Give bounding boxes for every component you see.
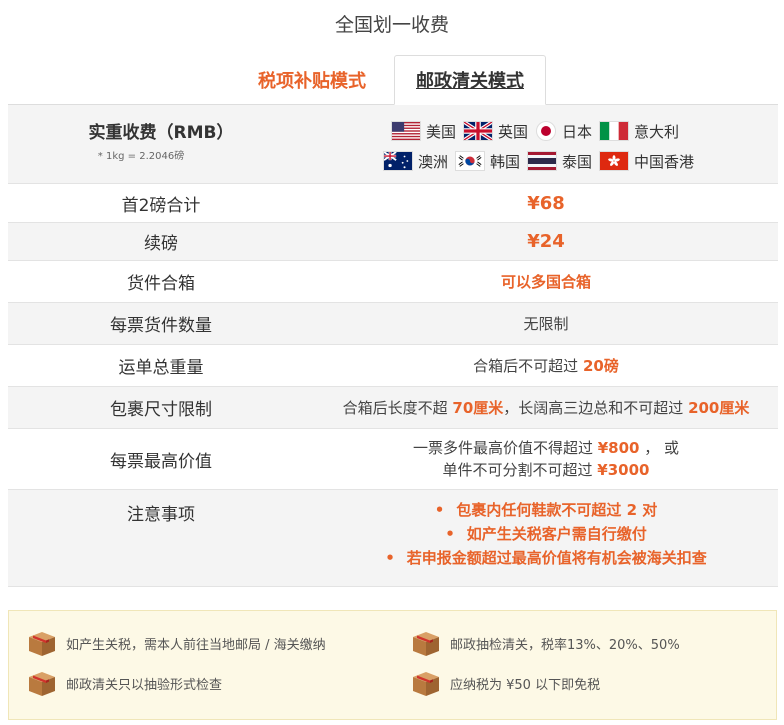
value-text-2: 单件不可分割不可超过: [442, 461, 598, 479]
info-text: 邮政抽检清关，税率13%、20%、50%: [450, 637, 680, 653]
header-label-cell: 实重收费（RMB） * 1kg = 2.2046磅: [8, 105, 314, 183]
country-australia: 澳洲: [383, 151, 448, 172]
info-item: 如产生关税，需本人前往当地邮局 / 海关缴纳: [27, 629, 326, 657]
table-row: 每票最高价值 一票多件最高价值不得超过 ¥800 ， 或 单件不可分割不可超过 …: [8, 429, 778, 490]
row-label: 续磅: [144, 234, 178, 254]
country-japan: 日本: [535, 121, 592, 142]
thailand-flag-icon: [527, 151, 558, 171]
value-text-1: 一票多件最高价值不得超过: [412, 439, 598, 457]
country-hongkong: 中国香港: [599, 151, 694, 172]
weight-limit: 20磅: [582, 357, 619, 375]
japan-flag-icon: [535, 121, 557, 141]
us-flag-icon: [391, 121, 421, 141]
size-text-2: ，长阔高三边总和不可超过: [503, 399, 689, 417]
table-row: 包裹尺寸限制 合箱后长度不超 70厘米，长阔高三边总和不可超过 200厘米: [8, 387, 778, 429]
package-icon: [413, 632, 439, 656]
australia-flag-icon: [383, 151, 413, 171]
single-value-limit: ¥3000: [597, 461, 650, 479]
conversion-note: * 1kg = 2.2046磅: [97, 151, 185, 162]
table-row: 注意事项 • 包裹内任何鞋款不可超过 2 对 • 如产生关税客户需自行缴付 • 若申报…: [8, 490, 778, 587]
row-label: 运单总重量: [118, 358, 204, 378]
value-text-or: ， 或: [639, 439, 680, 457]
table-row: 货件合箱 可以多国合箱: [8, 261, 778, 303]
weight-text: 合箱后不可超过: [473, 357, 583, 375]
table-row: 运单总重量 合箱后不可超过 20磅: [8, 345, 778, 387]
hongkong-flag-icon: [599, 151, 630, 171]
package-icon: [413, 672, 439, 696]
country-korea: 韩国: [455, 151, 520, 172]
uk-flag-icon: [463, 121, 494, 141]
additional-lb-price: ¥24: [527, 231, 565, 252]
table-header-row: 实重收费（RMB） * 1kg = 2.2046磅 美国 英国 日本 意大利 澳…: [8, 105, 778, 184]
row-label: 首2磅合计: [121, 195, 201, 216]
list-item: • 若申报金额超过最高价值将有机会被海关扣查: [385, 549, 707, 567]
row-label: 包裹尺寸限制: [110, 400, 212, 420]
country-name: 韩国: [490, 152, 521, 171]
country-name: 意大利: [634, 122, 680, 141]
list-item: • 包裹内任何鞋款不可超过 2 对: [434, 501, 658, 519]
tab-tax-subsidy-mode[interactable]: 税项补贴模式: [238, 55, 386, 105]
count-value: 无限制: [523, 315, 569, 333]
table-row: 每票货件数量 无限制: [8, 303, 778, 345]
country-thailand: 泰国: [527, 151, 592, 172]
korea-flag-icon: [455, 151, 486, 171]
info-item: 邮政清关只以抽验形式检查: [27, 669, 222, 697]
italy-flag-icon: [599, 121, 630, 141]
info-text: 如产生关税，需本人前往当地邮局 / 海关缴纳: [66, 637, 326, 653]
country-us: 美国: [391, 121, 456, 142]
combine-value: 可以多国合箱: [500, 273, 591, 291]
notes-list: • 包裹内任何鞋款不可超过 2 对 • 如产生关税客户需自行缴付 • 若申报金额超过最…: [314, 490, 778, 586]
row-label: 货件合箱: [127, 274, 195, 294]
country-name: 英国: [498, 122, 529, 141]
sum-limit: 200厘米: [688, 399, 750, 417]
country-name: 中国香港: [634, 152, 695, 171]
length-limit: 70厘米: [452, 399, 504, 417]
first-2lb-price: ¥68: [527, 192, 565, 214]
package-icon: [29, 672, 55, 696]
weight-charge-label: 实重收费（RMB）: [88, 123, 234, 143]
row-label: 每票最高价值: [110, 451, 212, 472]
multi-value-limit: ¥800: [597, 439, 640, 457]
info-box: 如产生关税，需本人前往当地邮局 / 海关缴纳 邮政抽检清关，税率13%、20%、…: [8, 610, 777, 720]
size-text-1: 合箱后长度不超: [342, 399, 453, 417]
row-label: 每票货件数量: [110, 316, 212, 336]
info-item: 邮政抽检清关，税率13%、20%、50%: [411, 629, 680, 657]
tab-postal-clearance-mode[interactable]: 邮政清关模式: [394, 55, 546, 105]
country-italy: 意大利: [599, 121, 679, 142]
list-item: • 如产生关税客户需自行缴付: [445, 525, 647, 543]
pricing-table: 实重收费（RMB） * 1kg = 2.2046磅 美国 英国 日本 意大利 澳…: [8, 104, 778, 587]
package-icon: [29, 632, 55, 656]
country-name: 日本: [562, 122, 593, 141]
country-name: 泰国: [562, 152, 593, 171]
country-name: 澳洲: [418, 152, 449, 171]
table-row: 续磅 ¥24: [8, 223, 778, 261]
page-title: 全国划一收费: [334, 14, 449, 36]
info-text: 应纳税为 ¥50 以下即免税: [450, 677, 601, 693]
info-text: 邮政清关只以抽验形式检查: [66, 677, 223, 693]
row-label: 注意事项: [127, 505, 195, 525]
info-item: 应纳税为 ¥50 以下即免税: [411, 669, 600, 697]
country-flags: 美国 英国 日本 意大利 澳洲 韩国 泰国 中国香港: [314, 105, 778, 183]
country-uk: 英国: [463, 121, 528, 142]
table-row: 首2磅合计 ¥68: [8, 184, 778, 223]
country-name: 美国: [426, 122, 457, 141]
